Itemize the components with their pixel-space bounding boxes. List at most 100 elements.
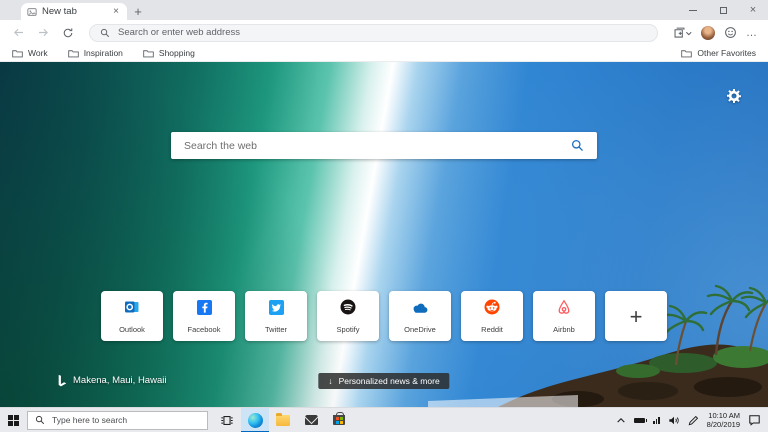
tile-facebook[interactable]: Facebook: [173, 291, 235, 341]
forward-button[interactable]: [35, 25, 51, 41]
tile-outlook[interactable]: Outlook: [101, 291, 163, 341]
personalized-news-button[interactable]: ↓ Personalized news & more: [318, 373, 450, 389]
folder-icon: [681, 49, 693, 57]
tile-label: Twitter: [264, 325, 288, 334]
page-settings-gear-button[interactable]: [726, 88, 742, 104]
tile-label: Facebook: [187, 325, 221, 334]
plus-icon: +: [629, 303, 643, 329]
gear-icon: [727, 89, 741, 103]
tile-spotify[interactable]: Spotify: [317, 291, 379, 341]
taskbar-search-input[interactable]: [52, 415, 200, 425]
newtab-favicon-icon: [27, 7, 37, 17]
taskbar-search-icon: [35, 415, 45, 425]
down-arrow-icon: ↓: [328, 376, 333, 386]
folder-icon: [12, 49, 23, 57]
tab-close-icon[interactable]: ×: [111, 6, 121, 17]
reddit-icon: [484, 299, 500, 315]
browser-toolbar: …: [0, 20, 768, 45]
windows-taskbar: 10:10 AM 8/20/2019: [0, 407, 768, 432]
volume-icon[interactable]: [668, 415, 680, 426]
onedrive-icon: [412, 299, 429, 315]
toolbar-right-icons: …: [671, 24, 758, 42]
twitter-icon: [268, 299, 284, 315]
windows-logo-icon: [8, 414, 19, 426]
tile-twitter[interactable]: Twitter: [245, 291, 307, 341]
news-button-label: Personalized news & more: [338, 376, 440, 386]
web-search-submit-icon[interactable]: [571, 139, 584, 152]
mail-icon: [304, 415, 318, 425]
action-center-icon[interactable]: [748, 414, 761, 426]
taskbar-clock[interactable]: 10:10 AM 8/20/2019: [707, 411, 740, 429]
favorite-label: Inspiration: [83, 48, 123, 58]
battery-icon[interactable]: [634, 417, 648, 423]
tile-label: OneDrive: [404, 325, 436, 334]
tile-label: Spotify: [336, 325, 360, 334]
taskbar-search-box[interactable]: [27, 410, 208, 430]
minimize-icon: [689, 9, 697, 11]
window-close-button[interactable]: ×: [738, 0, 768, 20]
other-favorites-folder[interactable]: Other Favorites: [681, 48, 756, 58]
clock-time: 10:10 AM: [708, 411, 740, 420]
clock-date: 8/20/2019: [706, 420, 740, 429]
favorite-folder-shopping[interactable]: Shopping: [143, 48, 195, 58]
address-input[interactable]: [118, 27, 647, 38]
folder-icon: [67, 49, 79, 57]
back-button[interactable]: [10, 25, 26, 41]
file-explorer-icon: [276, 412, 290, 426]
maximize-icon: [719, 6, 727, 14]
window-maximize-button[interactable]: [708, 0, 738, 20]
facebook-icon: [196, 299, 212, 315]
edge-icon: [247, 412, 263, 428]
refresh-button[interactable]: [60, 25, 76, 41]
taskbar-mail-button[interactable]: [297, 408, 325, 432]
taskbar-apps: [213, 407, 353, 432]
other-favorites-label: Other Favorites: [697, 48, 756, 58]
tile-reddit[interactable]: Reddit: [461, 291, 523, 341]
tile-label: Airbnb: [553, 325, 575, 334]
start-button[interactable]: [0, 408, 27, 432]
newtab-page: Outlook Facebook Twitter Spotify OneDriv…: [0, 62, 768, 407]
web-search-input[interactable]: [184, 139, 563, 152]
favorite-folder-inspiration[interactable]: Inspiration: [67, 48, 123, 58]
new-tab-button[interactable]: +: [127, 3, 149, 20]
tab-title: New tab: [42, 6, 77, 17]
outlook-icon: [124, 299, 140, 315]
collections-button[interactable]: [671, 24, 692, 42]
folder-icon: [143, 49, 154, 57]
settings-menu-button[interactable]: …: [746, 24, 758, 42]
tile-label: Reddit: [481, 325, 503, 334]
bing-icon: [58, 374, 67, 387]
tile-airbnb[interactable]: Airbnb: [533, 291, 595, 341]
task-view-button[interactable]: [213, 408, 241, 432]
favorites-bar: Work Inspiration Shopping Other Favorite…: [0, 45, 768, 62]
address-bar[interactable]: [89, 23, 658, 42]
taskbar-store-button[interactable]: [325, 408, 353, 432]
favorite-folder-work[interactable]: Work: [12, 48, 48, 58]
microsoft-store-icon: [333, 412, 345, 425]
taskbar-edge-button[interactable]: [241, 407, 269, 432]
profile-avatar[interactable]: [701, 24, 715, 42]
feedback-smiley-button[interactable]: [724, 24, 737, 42]
network-icon[interactable]: [653, 416, 660, 424]
wallpaper-location-attribution[interactable]: Makena, Maui, Hawaii: [57, 374, 166, 387]
tab-new-tab[interactable]: New tab ×: [21, 3, 127, 20]
quick-links-row: Outlook Facebook Twitter Spotify OneDriv…: [101, 291, 667, 341]
avatar-image: [701, 25, 715, 40]
window-minimize-button[interactable]: [678, 0, 708, 20]
address-search-icon: [100, 28, 110, 38]
tile-label: Outlook: [119, 325, 145, 334]
pen-icon[interactable]: [688, 415, 699, 426]
tab-bar: New tab × + ×: [0, 0, 768, 20]
web-search-box[interactable]: [171, 132, 597, 159]
taskbar-file-explorer-button[interactable]: [269, 408, 297, 432]
airbnb-icon: [556, 299, 572, 315]
favorite-label: Work: [28, 48, 48, 58]
window-controls: ×: [678, 0, 768, 20]
tile-onedrive[interactable]: OneDrive: [389, 291, 451, 341]
add-site-tile[interactable]: +: [605, 291, 667, 341]
location-label: Makena, Maui, Hawaii: [73, 375, 167, 386]
system-tray: 10:10 AM 8/20/2019: [616, 411, 768, 429]
show-hidden-icons-chevron[interactable]: [616, 416, 626, 424]
favorite-label: Shopping: [158, 48, 195, 58]
task-view-icon: [221, 415, 233, 425]
